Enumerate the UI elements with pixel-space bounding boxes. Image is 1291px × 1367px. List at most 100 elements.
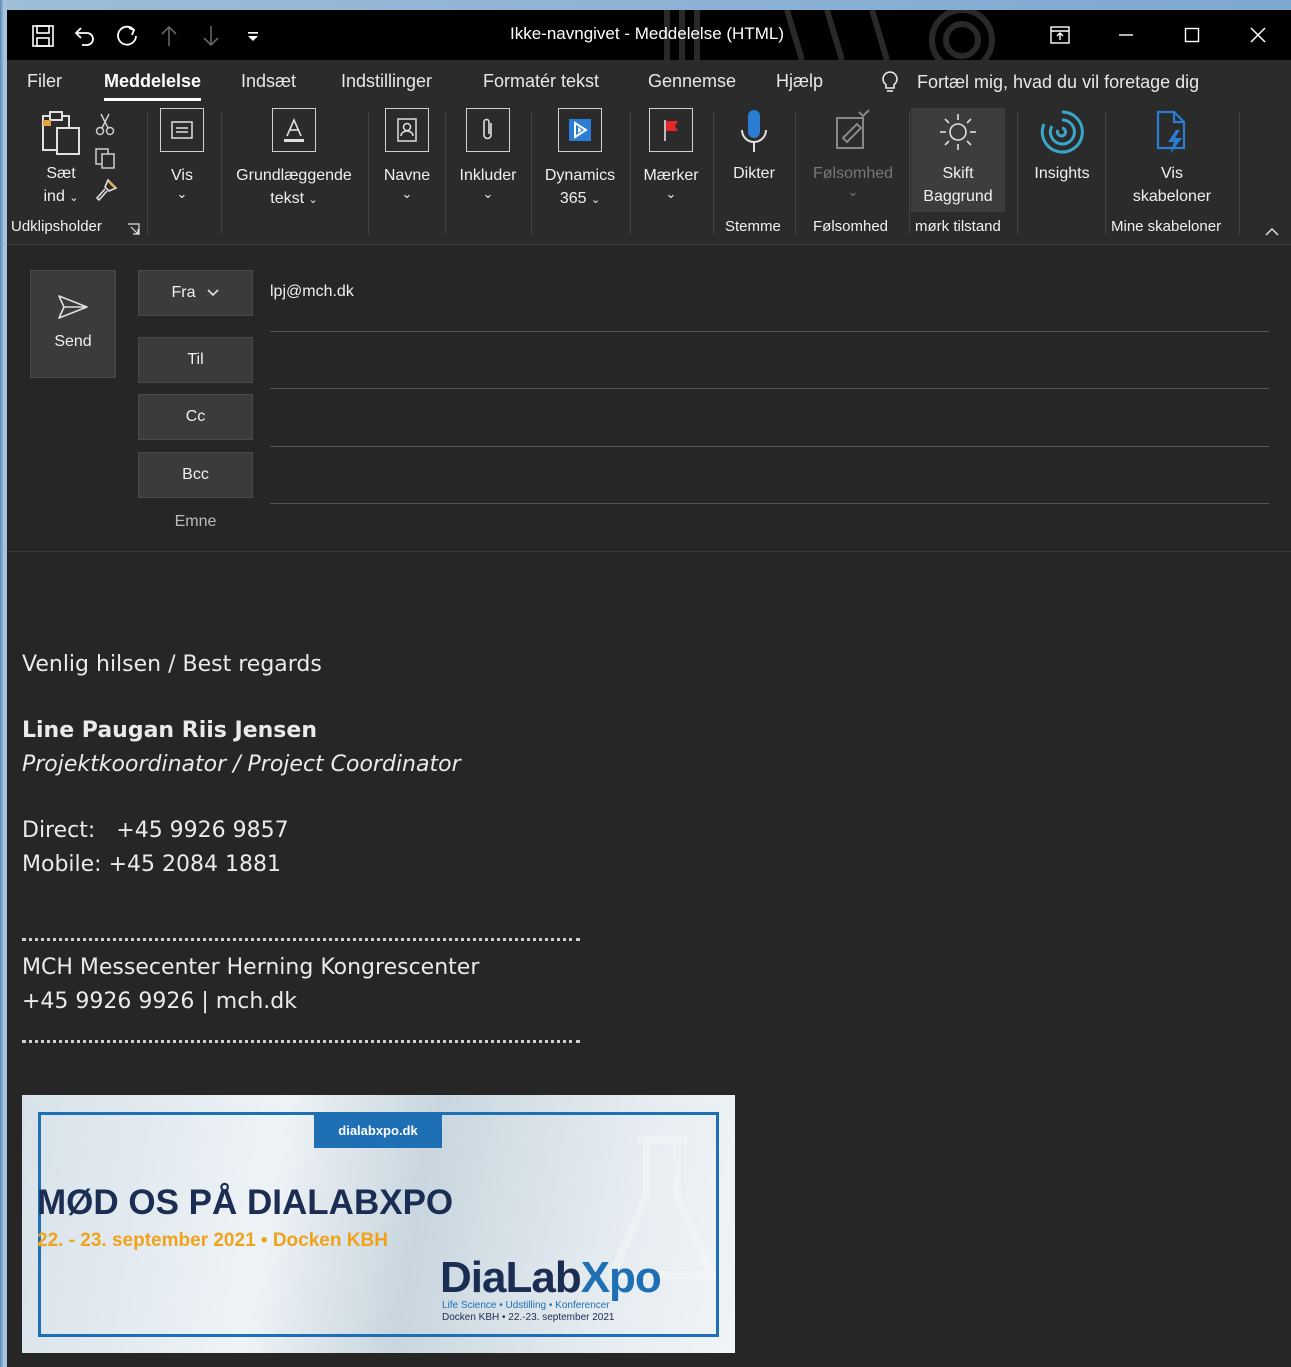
outlook-message-window: Ikke-navngivet - Meddelelse (HTML) Filer…: [7, 10, 1291, 1367]
view-templates-button[interactable]: Vis skabeloner: [1115, 108, 1229, 208]
dynamics-label-1: Dynamics: [544, 167, 616, 184]
templates-label-1: Vis: [1161, 165, 1183, 182]
paste-label-2: ind: [43, 188, 65, 205]
dialabxpo-logo: DiaLabXpo: [440, 1253, 662, 1303]
sensitivity-button[interactable]: Følsomhed ⌄: [805, 108, 901, 199]
switch-background-button[interactable]: Skift Baggrund: [911, 108, 1005, 212]
send-label: Send: [54, 333, 92, 350]
copy-icon[interactable]: [93, 146, 117, 174]
tab-indsaet[interactable]: Indsæt: [241, 71, 296, 92]
arrow-up-icon[interactable]: [155, 22, 183, 50]
insights-icon: [1040, 110, 1084, 154]
dynamics-365-button[interactable]: Dynamics 365 ⌄: [540, 108, 620, 212]
bcc-input[interactable]: [270, 452, 1269, 498]
cc-input[interactable]: [270, 394, 1269, 440]
tab-meddelelse[interactable]: Meddelelse: [104, 71, 202, 101]
tab-hjaelp[interactable]: Hjælp: [776, 71, 823, 92]
signature-company: MCH Messecenter Herning Kongrescenter: [22, 955, 480, 980]
from-address: lpj@mch.dk: [270, 283, 354, 300]
cut-icon[interactable]: [94, 112, 116, 140]
tags-label: Mærker: [643, 167, 699, 184]
insights-label: Insights: [1034, 165, 1090, 182]
lightbulb-icon: [882, 71, 898, 92]
include-button[interactable]: Inkluder ⌄: [453, 108, 523, 201]
send-button[interactable]: Send: [30, 270, 116, 378]
text-format-icon: [272, 108, 316, 152]
chevron-down-icon: [206, 289, 219, 297]
ribbon-separator: [1017, 112, 1018, 234]
dynamics-365-icon: [558, 108, 602, 152]
arrow-down-icon[interactable]: [197, 22, 225, 50]
ribbon-tabs: Filer Meddelelse Indsæt Indstillinger Fo…: [7, 60, 1291, 106]
ribbon-separator: [147, 112, 148, 234]
ribbon-commands: Sæt ind ⌄ Udklipsholder Vis ⌄ Grundlægge…: [7, 106, 1291, 245]
ribbon-separator: [630, 112, 631, 234]
customize-toolbar-icon[interactable]: [239, 22, 267, 50]
names-label: Navne: [383, 167, 431, 184]
message-body[interactable]: Venlig hilsen / Best regards Line Paugan…: [7, 552, 1291, 1367]
paste-label-1: Sæt: [46, 165, 76, 182]
clipboard-launcher-icon[interactable]: [127, 221, 140, 240]
close-icon[interactable]: [1225, 10, 1291, 60]
tab-indstillinger[interactable]: Indstillinger: [341, 71, 432, 92]
from-button[interactable]: Fra: [138, 270, 253, 316]
templates-icon: [1156, 110, 1186, 154]
maximize-icon[interactable]: [1159, 10, 1225, 60]
chevron-down-icon: ⌄: [401, 186, 413, 201]
ribbon-separator: [531, 112, 532, 234]
subject-input[interactable]: [270, 507, 1269, 547]
dialabxpo-banner-image[interactable]: dialabxpo.dk MØD OS PÅ DIALABXPO 22. - 2…: [22, 1095, 735, 1353]
signature-mobile-phone: Mobile: +45 2084 1881: [22, 852, 281, 877]
from-label: Fra: [171, 284, 196, 301]
dynamics-label-2: 365: [559, 190, 587, 207]
signature-direct-phone: Direct: +45 9926 9857: [22, 818, 289, 843]
ribbon-separator: [795, 112, 796, 234]
chevron-down-icon: ⌄: [665, 186, 677, 201]
paperclip-icon: [466, 108, 510, 152]
to-input[interactable]: [270, 337, 1269, 383]
ribbon-separator: [1105, 112, 1106, 234]
ribbon-separator: [909, 112, 910, 234]
dictate-button[interactable]: Dikter: [723, 108, 785, 185]
bcc-button[interactable]: Bcc: [138, 452, 253, 498]
collapse-ribbon-icon[interactable]: [1264, 222, 1280, 241]
view-button[interactable]: Vis ⌄: [157, 108, 207, 201]
include-label: Inkluder: [459, 167, 517, 184]
bcc-field-underline: [270, 503, 1269, 504]
signature-contact: +45 9926 9926 | mch.dk: [22, 989, 297, 1014]
format-painter-icon[interactable]: [94, 178, 118, 206]
chevron-down-icon: ⌄: [847, 184, 859, 199]
to-label: Til: [187, 351, 204, 368]
window-controls: [1027, 10, 1291, 60]
signature-title: Projektkoordinator / Project Coordinator: [22, 752, 461, 777]
chevron-down-icon: ⌄: [590, 194, 601, 206]
undo-icon[interactable]: [71, 22, 99, 50]
cc-button[interactable]: Cc: [138, 394, 253, 440]
view-icon: [160, 108, 204, 152]
group-my-templates-label: Mine skabeloner: [1111, 218, 1222, 235]
save-icon[interactable]: [29, 22, 57, 50]
quick-access-toolbar: [29, 22, 267, 50]
microphone-icon: [741, 110, 767, 152]
paste-button[interactable]: Sæt ind ⌄: [35, 110, 87, 210]
names-button[interactable]: Navne ⌄: [379, 108, 435, 201]
ribbon-display-options-icon[interactable]: [1027, 10, 1093, 60]
chevron-down-icon: ⌄: [69, 192, 79, 204]
insights-button[interactable]: Insights: [1027, 108, 1097, 185]
tell-me-search[interactable]: Fortæl mig, hvad du vil foretage dig: [879, 70, 1199, 94]
bcc-label: Bcc: [182, 466, 209, 483]
tab-formater-tekst[interactable]: Formatér tekst: [483, 71, 599, 92]
redo-icon[interactable]: [113, 22, 141, 50]
banner-tagline-venue: Docken KBH • 22.-23. september 2021: [442, 1312, 615, 1323]
group-clipboard-label: Udklipsholder: [11, 218, 102, 235]
tab-filer[interactable]: Filer: [27, 71, 62, 92]
templates-label-2: skabeloner: [1132, 188, 1212, 205]
to-button[interactable]: Til: [138, 337, 253, 383]
minimize-icon[interactable]: [1093, 10, 1159, 60]
banner-dates: 22. - 23. september 2021 • Docken KBH: [37, 1230, 388, 1251]
ribbon-separator: [368, 112, 369, 234]
tab-gennemse[interactable]: Gennemse: [648, 71, 736, 92]
basic-text-button[interactable]: Grundlæggende tekst ⌄: [229, 108, 359, 212]
signature-greeting: Venlig hilsen / Best regards: [22, 652, 322, 677]
tags-button[interactable]: Mærker ⌄: [639, 108, 703, 201]
